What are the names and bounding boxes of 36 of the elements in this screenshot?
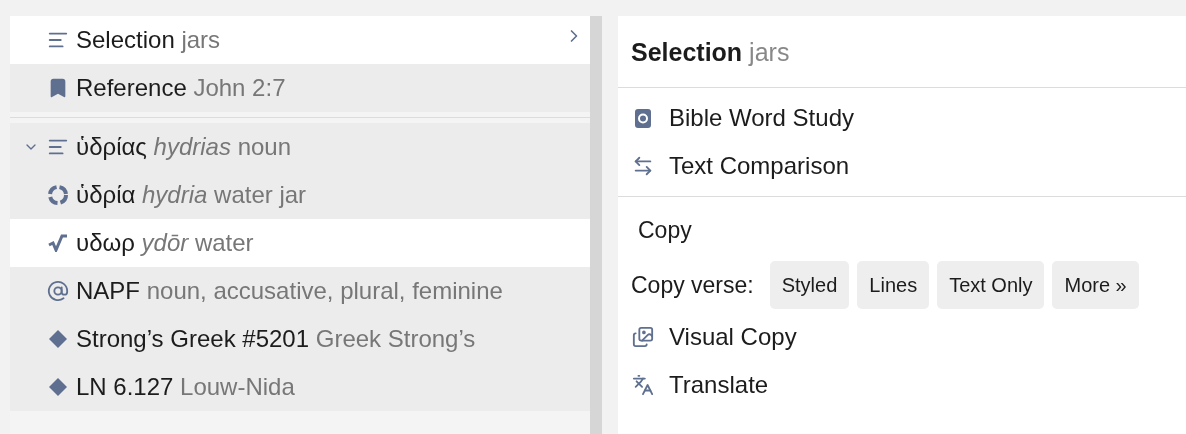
lookup-row[interactable]: υδωρ ydōr water: [10, 219, 590, 267]
menu-item[interactable]: Text Comparison: [618, 142, 1186, 190]
row-label: Strong’s Greek #5201 Greek Strong’s: [76, 325, 476, 353]
copy-option-button[interactable]: Lines: [857, 261, 930, 309]
menu-item[interactable]: Translate: [618, 361, 1186, 409]
row-label: υδωρ ydōr water: [76, 229, 254, 257]
menu-item[interactable]: Visual Copy: [618, 313, 1186, 361]
copy-option-button[interactable]: More »: [1052, 261, 1139, 309]
square-root-icon: [48, 234, 68, 252]
lookup-row[interactable]: NAPF noun, accusative, plural, feminine: [10, 267, 590, 315]
translate-icon: [632, 374, 654, 396]
dashed-circle-icon: [47, 184, 69, 206]
at-sign-icon: [47, 280, 69, 302]
lookup-row[interactable]: Reference John 2:7: [10, 64, 590, 112]
row-label: ὑδρία hydria water jar: [76, 181, 307, 209]
lookup-row[interactable]: LN 6.127 Louw-Nida: [10, 363, 590, 411]
menu-item[interactable]: Bible Word Study: [618, 94, 1186, 142]
row-label: LN 6.127 Louw-Nida: [76, 373, 295, 401]
copy-option-button[interactable]: Text Only: [937, 261, 1045, 309]
lookup-row[interactable]: ὑδρία hydria water jar: [10, 171, 590, 219]
lookup-row[interactable]: Selection jars: [10, 16, 590, 64]
copy-verse-label: Copy verse:: [631, 271, 754, 299]
row-label: ὑδρίας hydrias noun: [76, 133, 292, 161]
lookup-row[interactable]: Strong’s Greek #5201 Greek Strong’s: [10, 315, 590, 363]
swap-arrows-icon: [632, 155, 654, 177]
diamond-icon: [48, 377, 68, 397]
images-icon: [632, 326, 654, 348]
copy-option-button[interactable]: Styled: [769, 261, 850, 309]
book-icon: [633, 107, 653, 129]
lookup-row[interactable]: ὑδρίας hydrias noun: [10, 123, 590, 171]
row-label: Selection jars: [76, 26, 221, 54]
section-heading: Copy: [637, 215, 693, 245]
row-label: NAPF noun, accusative, plural, feminine: [76, 277, 503, 305]
menu-title: Selection jars: [630, 38, 791, 68]
diamond-icon: [48, 329, 68, 349]
row-label: Reference John 2:7: [76, 74, 286, 102]
